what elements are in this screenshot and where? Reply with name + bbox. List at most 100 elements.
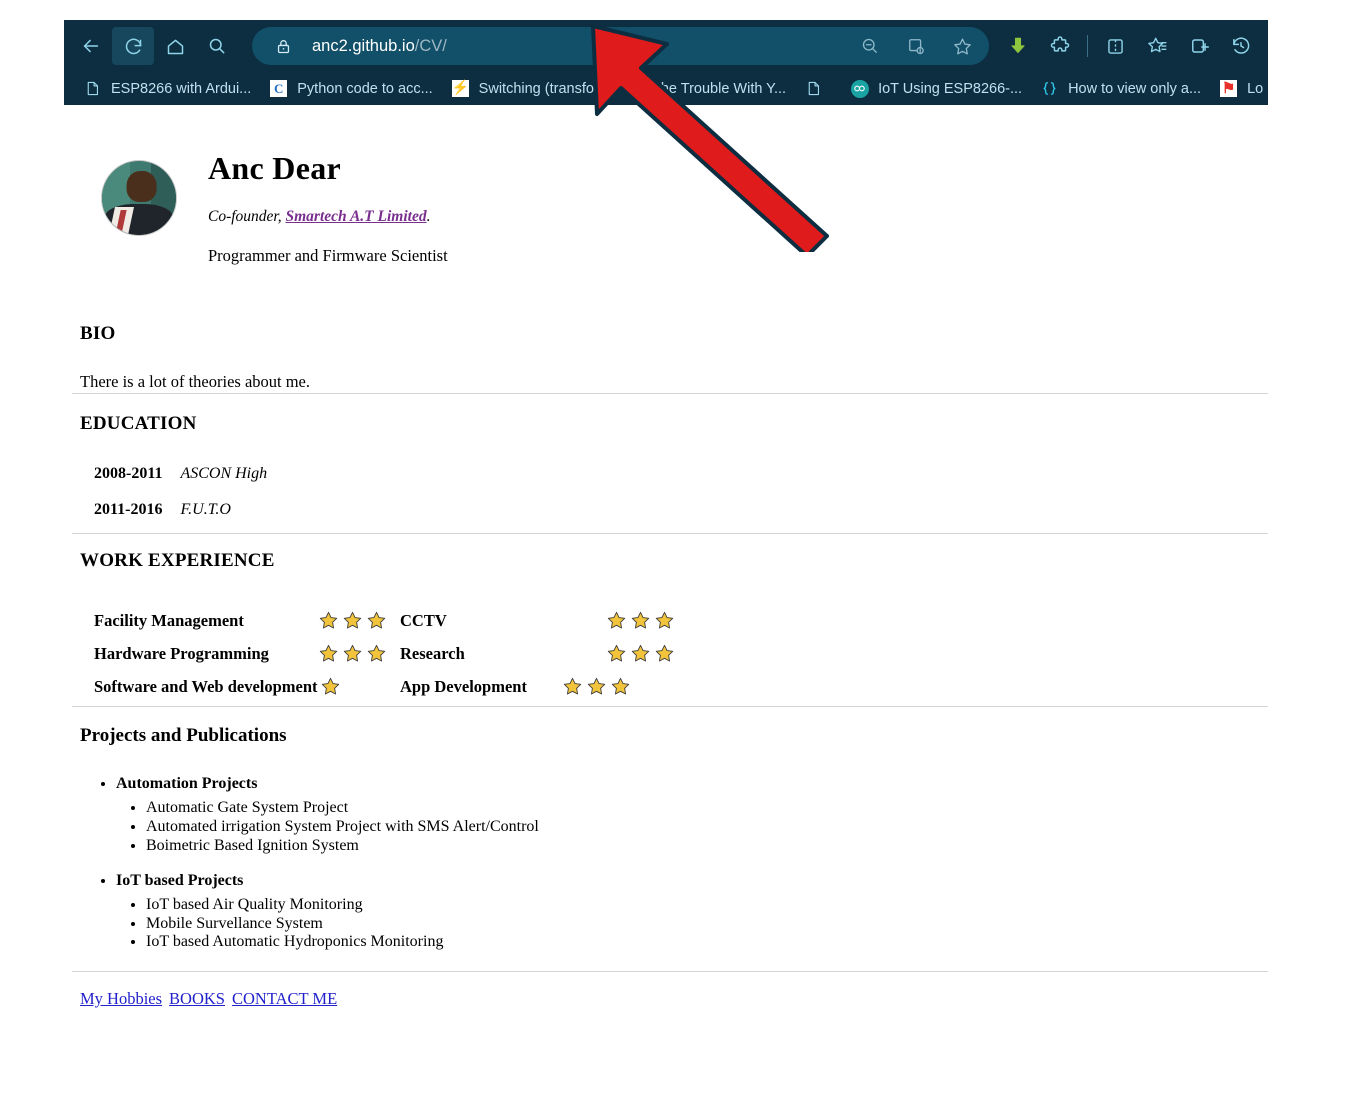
avatar — [102, 161, 176, 235]
education-school: ASCON High — [180, 465, 268, 482]
letter-c-favicon: C — [269, 79, 288, 98]
document-favicon — [83, 79, 102, 98]
bookmark-label: Python code to acc... — [297, 80, 433, 97]
zoom-out-icon[interactable] — [847, 29, 893, 63]
education-heading: EDUCATION — [80, 413, 197, 434]
bookmark-item[interactable]: How to view only a... — [1031, 76, 1210, 102]
search-icon[interactable] — [196, 27, 238, 65]
cv-document: Anc Dear Co-founder, Smartech A.T Limite… — [72, 105, 1268, 1008]
bookmark-item[interactable] — [795, 76, 841, 102]
browser-window: anc2.github.io/CV/ ESP8266 with Ardui...… — [64, 20, 1268, 105]
bookmark-label: How to view only a... — [1068, 80, 1202, 97]
skills-grid: Facility Management CCTV Hardware Progra… — [94, 604, 696, 703]
list-item: IoT based Automatic Hydroponics Monitori… — [146, 933, 539, 952]
bio-text: There is a lot of theories about me. — [80, 372, 311, 391]
web-page-content: Anc Dear Co-founder, Smartech A.T Limite… — [64, 105, 1268, 1112]
bookmark-label: Lo — [1247, 80, 1264, 97]
bookmark-item[interactable]: The Trouble With Y... — [615, 76, 795, 102]
news-favicon — [624, 79, 643, 98]
project-group: Automation Projects Automatic Gate Syste… — [116, 775, 539, 856]
projects-heading: Projects and Publications — [80, 725, 287, 746]
url-host: anc2.github.io — [312, 36, 415, 55]
list-item: Automatic Gate System Project — [146, 799, 539, 818]
back-arrow-icon[interactable] — [70, 27, 112, 65]
divider — [72, 971, 1268, 972]
screenshot-root: anc2.github.io/CV/ ESP8266 with Ardui...… — [0, 0, 1346, 1112]
history-clock-icon[interactable] — [1220, 27, 1262, 65]
bookmark-label: Switching (transfo... — [478, 80, 606, 97]
skill-name: CCTV — [400, 610, 447, 630]
home-icon[interactable] — [154, 27, 196, 65]
url-text: anc2.github.io/CV/ — [312, 37, 847, 56]
skill-rating — [320, 676, 400, 697]
divider — [72, 533, 1268, 534]
project-group: IoT based Projects IoT based Air Quality… — [116, 872, 539, 953]
list-item: IoT based Air Quality Monitoring — [146, 896, 539, 915]
divider — [72, 393, 1268, 394]
lock-icon — [270, 33, 296, 59]
project-sublist: IoT based Air Quality Monitoring Mobile … — [116, 896, 539, 953]
profile-role: Co-founder, Smartech A.T Limited. — [208, 208, 448, 226]
profile-header: Anc Dear Co-founder, Smartech A.T Limite… — [72, 105, 1268, 266]
skill-rating — [318, 643, 400, 664]
profile-text: Anc Dear Co-founder, Smartech A.T Limite… — [208, 147, 448, 266]
skill-rating — [606, 610, 696, 631]
skill-row: Facility Management CCTV — [94, 604, 696, 637]
document-favicon — [804, 79, 823, 98]
add-tab-group-icon[interactable] — [1178, 27, 1220, 65]
education-row: 2011-2016 F.U.T.O — [94, 501, 267, 519]
books-link[interactable]: BOOKS — [169, 989, 225, 1008]
bookmark-item[interactable]: C Python code to acc... — [260, 76, 441, 102]
reload-icon[interactable] — [112, 27, 154, 65]
save-page-icon[interactable] — [893, 29, 939, 63]
bio-heading: BIO — [80, 323, 116, 344]
bookmark-label: The Trouble With Y... — [652, 80, 787, 97]
skill-rating — [562, 676, 634, 697]
flag-favicon: ⚑ — [1220, 80, 1238, 97]
contact-me-link[interactable]: CONTACT ME — [232, 989, 337, 1008]
work-experience-section: WORK EXPERIENCE Facility Management CCTV — [80, 550, 696, 703]
lightning-bolt-favicon: ⚡ — [451, 80, 469, 97]
education-section: EDUCATION 2008-2011 ASCON High 2011-2016 F… — [80, 413, 267, 519]
extensions-puzzle-icon[interactable] — [1039, 27, 1081, 65]
bookmark-item[interactable]: ⚡ Switching (transfo... — [442, 76, 615, 102]
my-hobbies-link[interactable]: My Hobbies — [80, 989, 162, 1008]
collections-icon[interactable] — [1136, 27, 1178, 65]
skill-name: Research — [400, 643, 465, 663]
projects-section: Projects and Publications Automation Pro… — [80, 725, 539, 952]
footer-links: My Hobbies BOOKS CONTACT ME — [80, 989, 344, 1009]
role-suffix: . — [426, 208, 431, 226]
code-brackets-favicon — [1040, 79, 1059, 98]
skill-row: Software and Web development App Develop… — [94, 670, 696, 703]
bio-section: BIO There is a lot of theories about me. — [80, 323, 310, 392]
toolbar-divider — [1087, 35, 1088, 57]
skill-rating — [318, 610, 400, 631]
projects-list: Automation Projects Automatic Gate Syste… — [80, 775, 539, 952]
bookmark-label: IoT Using ESP8266-... — [878, 80, 1023, 97]
bookmark-item[interactable]: ⚑ Lo — [1210, 76, 1268, 102]
skill-rating — [606, 643, 696, 664]
url-path: /CV/ — [414, 36, 447, 55]
company-link[interactable]: Smartech A.T Limited — [286, 208, 427, 225]
education-years: 2011-2016 — [94, 501, 163, 518]
profile-subtitle: Programmer and Firmware Scientist — [208, 246, 448, 266]
list-item: Automated irrigation System Project with… — [146, 818, 539, 837]
education-years: 2008-2011 — [94, 465, 163, 482]
page-title: Anc Dear — [208, 150, 342, 186]
list-item: Boimetric Based Ignition System — [146, 837, 539, 856]
project-sublist: Automatic Gate System Project Automated … — [116, 799, 539, 856]
bookmark-item[interactable]: IoT Using ESP8266-... — [841, 76, 1031, 102]
education-school: F.U.T.O — [180, 501, 231, 518]
downloads-arrow-icon[interactable] — [997, 27, 1039, 65]
list-item: Mobile Survellance System — [146, 915, 539, 934]
address-bar[interactable]: anc2.github.io/CV/ — [252, 27, 989, 65]
divider — [72, 706, 1268, 707]
bookmark-item[interactable]: ESP8266 with Ardui... — [74, 76, 260, 102]
skill-name: Facility Management — [94, 610, 244, 630]
split-screen-icon[interactable] — [1094, 27, 1136, 65]
work-heading: WORK EXPERIENCE — [80, 550, 275, 571]
skill-name: App Development — [400, 676, 527, 696]
browser-toolbar: anc2.github.io/CV/ — [64, 20, 1268, 72]
star-icon[interactable] — [939, 29, 985, 63]
role-prefix: Co-founder, — [208, 208, 282, 226]
